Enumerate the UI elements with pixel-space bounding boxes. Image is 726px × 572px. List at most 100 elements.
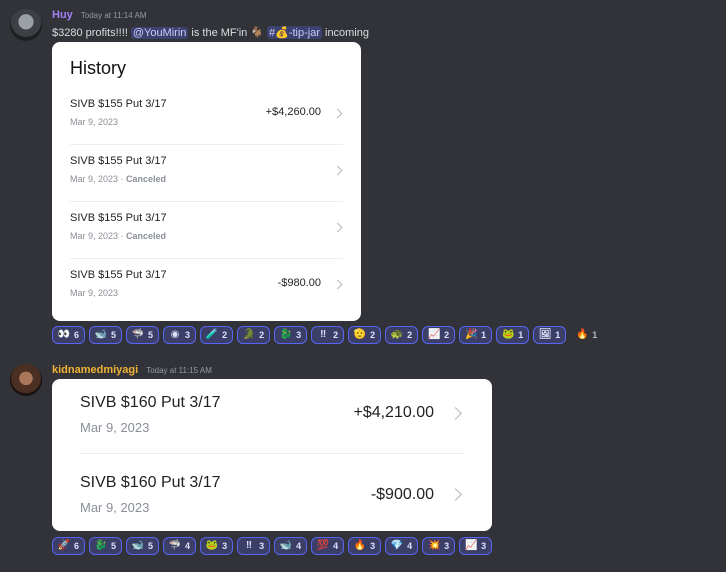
reaction-bar: 🚀 6 🐉 5 🐋 5 🦈 4 🐸 3 ‼ 3 🐋 4 💯 4 🔥 3 💎 4 💥 3 📈 3: [52, 537, 493, 555]
reaction-count: 2: [370, 330, 376, 340]
chevron-right-icon: [332, 108, 343, 119]
reaction-button[interactable]: 🐢 2: [385, 326, 419, 344]
row-title: SIVB $155 Put 3/17: [70, 98, 167, 110]
hundred-icon: 💯: [316, 540, 330, 551]
reaction-count: 6: [74, 330, 80, 340]
chevron-right-icon: [449, 407, 462, 420]
dragon-icon: 🐉: [94, 540, 108, 551]
reaction-button[interactable]: 🚀 6: [52, 537, 86, 555]
row-date: Mar 9, 2023 · Canceled: [70, 174, 167, 184]
reaction-button[interactable]: 🐋 5: [126, 537, 160, 555]
reaction-button[interactable]: 🎉 1: [459, 326, 493, 344]
reaction-count: 6: [74, 541, 80, 551]
reaction-button[interactable]: 🖼 1: [533, 326, 567, 344]
reaction-count: 1: [518, 330, 524, 340]
reaction-button[interactable]: ‼ 3: [237, 537, 271, 555]
history-row: SIVB $155 Put 3/17 Mar 9, 2023 -$980.00: [70, 259, 343, 316]
chart-up-icon: 📈: [464, 540, 478, 551]
reaction-count: 5: [111, 541, 117, 551]
reaction-button[interactable]: 💯 4: [311, 537, 345, 555]
row-amount: -$980.00: [277, 277, 321, 289]
reaction-button[interactable]: ‼ 2: [311, 326, 345, 344]
message-huy: Huy Today at 11:14 AM $3280 profits!!!! …: [0, 0, 726, 350]
reaction-button[interactable]: 🧪 2: [200, 326, 234, 344]
reaction-count: 5: [148, 541, 154, 551]
dolphin-icon: 🐋: [279, 540, 293, 551]
reaction-count: 1: [555, 330, 561, 340]
test-tube-icon: 🧪: [205, 329, 219, 340]
avatar[interactable]: [10, 9, 42, 41]
reaction-count: 2: [407, 330, 413, 340]
user-mention[interactable]: @YouMirin: [130, 26, 189, 39]
whale-icon: 🐋: [131, 540, 145, 551]
reaction-button[interactable]: 🐸 1: [496, 326, 530, 344]
row-amount: +$4,260.00: [265, 106, 321, 118]
reaction-count: 2: [259, 330, 265, 340]
reaction-button[interactable]: 🫡 2: [348, 326, 382, 344]
frog-icon: 🐸: [205, 540, 219, 551]
reaction-count: 3: [185, 330, 191, 340]
reaction-button[interactable]: 🐸 3: [200, 537, 234, 555]
reaction-button[interactable]: 🔥 3: [348, 537, 382, 555]
picture-icon: 🖼: [538, 329, 552, 340]
row-date: Mar 9, 2023 · Canceled: [70, 231, 167, 241]
row-title: SIVB $155 Put 3/17: [70, 155, 167, 167]
reaction-button[interactable]: 🐊 2: [237, 326, 271, 344]
reaction-button[interactable]: 💥 3: [422, 537, 456, 555]
row-date: Mar 9, 2023: [70, 288, 119, 298]
row-date: Mar 9, 2023: [80, 420, 150, 435]
username[interactable]: kidnamedmiyagi: [52, 364, 138, 376]
crocodile-icon: 🐊: [242, 329, 256, 340]
row-amount: +$4,210.00: [353, 404, 434, 421]
row-amount: -$900.00: [370, 486, 434, 503]
message-text: is the MF'in: [191, 26, 248, 39]
dragon-icon: 🐉: [279, 329, 293, 340]
reaction-button[interactable]: 🐋 4: [274, 537, 308, 555]
reaction-count: 2: [333, 330, 339, 340]
reaction-count: 5: [148, 330, 154, 340]
row-title: SIVB $160 Put 3/17: [80, 474, 221, 491]
reaction-button[interactable]: 👀 6: [52, 326, 86, 344]
reaction-bar: 👀 6 🐋 5 🦈 5 ◉ 3 🧪 2 🐊 2 🐉 3 ‼ 2 🫡 2 🐢 2 📈 2 🎉 1 🐸 1 🖼 1 🔥 1: [52, 326, 603, 344]
avatar[interactable]: [10, 364, 42, 396]
chevron-right-icon: [332, 279, 343, 290]
history-title: History: [70, 58, 127, 78]
reaction-button[interactable]: 📈 3: [459, 537, 493, 555]
history-screenshot[interactable]: History SIVB $155 Put 3/17 Mar 9, 2023 +…: [52, 42, 361, 321]
double-exclamation-icon: ‼: [320, 329, 327, 340]
rocket-icon: 🚀: [57, 540, 71, 551]
row-status: Canceled: [126, 174, 167, 184]
row-title: SIVB $155 Put 3/17: [70, 212, 167, 224]
reaction-count: 3: [259, 541, 265, 551]
reaction-button[interactable]: 💎 4: [385, 537, 419, 555]
reaction-button[interactable]: 🔥 1: [570, 326, 603, 344]
eyes-icon: 👀: [57, 329, 71, 340]
chevron-right-icon: [332, 222, 343, 233]
reaction-button[interactable]: 🦈 4: [163, 537, 197, 555]
reaction-button[interactable]: 🐉 3: [274, 326, 308, 344]
history-row: SIVB $155 Put 3/17 Mar 9, 2023 +$4,260.0…: [70, 88, 343, 145]
reaction-button[interactable]: ◉ 3: [163, 326, 197, 344]
history-row: SIVB $155 Put 3/17 Mar 9, 2023 · Cancele…: [70, 202, 343, 259]
reaction-count: 1: [592, 330, 598, 340]
row-date: Mar 9, 2023: [80, 500, 150, 515]
username[interactable]: Huy: [52, 9, 73, 21]
reaction-button[interactable]: 🦈 5: [126, 326, 160, 344]
reaction-button[interactable]: 🐉 5: [89, 537, 123, 555]
timestamp: Today at 11:14 AM: [80, 11, 147, 20]
party-icon: 🎉: [464, 329, 478, 340]
chevron-right-icon: [449, 488, 462, 501]
reaction-button[interactable]: 🐋 5: [89, 326, 123, 344]
channel-mention[interactable]: #💰-tip-jar: [267, 26, 322, 39]
boom-icon: 💥: [427, 540, 441, 551]
double-exclamation-icon: ‼: [246, 540, 253, 551]
history-row: SIVB $155 Put 3/17 Mar 9, 2023 · Cancele…: [70, 145, 343, 202]
reaction-button[interactable]: 📈 2: [422, 326, 456, 344]
timestamp: Today at 11:15 AM: [146, 366, 212, 375]
frog-icon: 🐸: [501, 329, 515, 340]
row-title: SIVB $155 Put 3/17: [70, 269, 167, 281]
reaction-count: 5: [111, 330, 117, 340]
reaction-count: 3: [222, 541, 228, 551]
positions-screenshot[interactable]: SIVB $160 Put 3/17 Mar 9, 2023 +$4,210.0…: [52, 379, 492, 531]
fish-icon: 🦈: [131, 329, 145, 340]
